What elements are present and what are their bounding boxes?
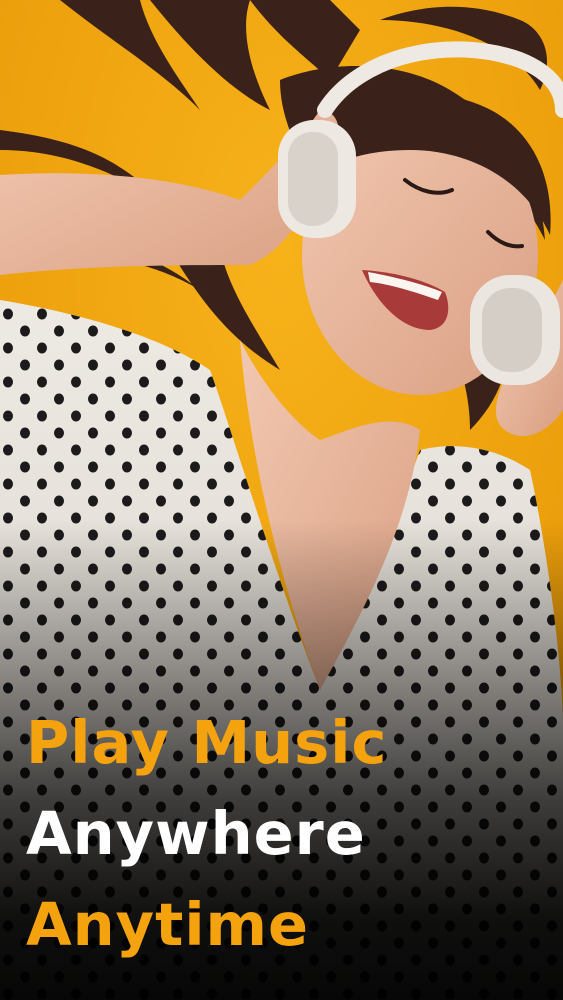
- headline-line-1: Play Music: [26, 708, 388, 777]
- headline-line-3: Anytime: [26, 890, 310, 959]
- promo-headline: Play Music Anywhere Anytime: [26, 697, 556, 970]
- headline-line-2: Anywhere: [26, 799, 366, 868]
